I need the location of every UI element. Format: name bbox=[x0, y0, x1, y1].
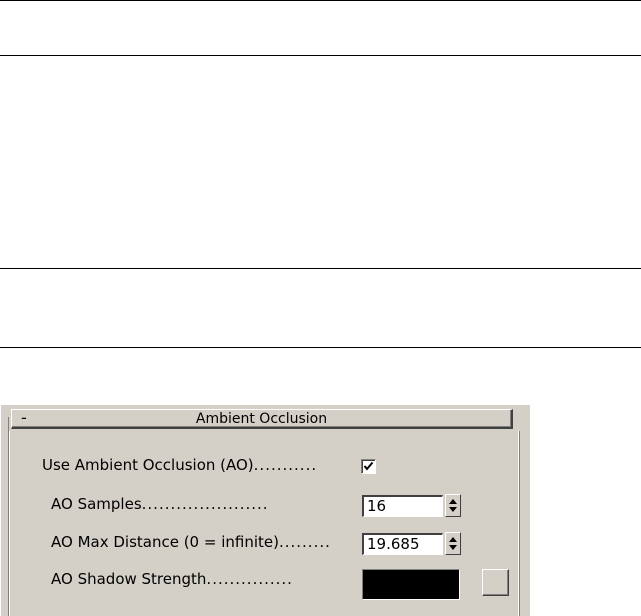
check-icon bbox=[363, 461, 374, 471]
arrow-down-icon bbox=[449, 545, 457, 550]
ao-samples-spinner[interactable] bbox=[445, 494, 461, 517]
ao-samples-input[interactable]: 16 bbox=[362, 495, 443, 517]
arrow-up-icon bbox=[449, 537, 457, 542]
ao-samples-label: AO Samples...................... bbox=[51, 495, 269, 513]
ambient-occlusion-panel: - Ambient Occlusion Use Ambient Occlusio… bbox=[1, 405, 530, 616]
ambient-occlusion-rollout-header[interactable]: - Ambient Occlusion bbox=[11, 408, 513, 429]
separator-line-3 bbox=[0, 268, 641, 269]
ao-max-distance-input[interactable]: 19.685 bbox=[362, 533, 443, 555]
arrow-down-icon bbox=[449, 507, 457, 512]
arrow-up-icon bbox=[449, 499, 457, 504]
separator-line-1 bbox=[0, 0, 641, 1]
ao-shadow-map-button[interactable] bbox=[482, 569, 509, 596]
ao-shadow-color-swatch[interactable] bbox=[362, 569, 460, 600]
ao-max-distance-label: AO Max Distance (0 = infinite)......... bbox=[51, 533, 331, 551]
use-ao-label: Use Ambient Occlusion (AO)........... bbox=[42, 456, 318, 474]
rollout-title: Ambient Occlusion bbox=[195, 411, 328, 427]
use-ao-checkbox[interactable] bbox=[361, 459, 376, 474]
separator-line-2 bbox=[0, 55, 641, 56]
ao-max-distance-spinner[interactable] bbox=[445, 532, 461, 555]
ao-shadow-strength-label: AO Shadow Strength............... bbox=[51, 570, 293, 588]
separator-line-4 bbox=[0, 347, 641, 348]
